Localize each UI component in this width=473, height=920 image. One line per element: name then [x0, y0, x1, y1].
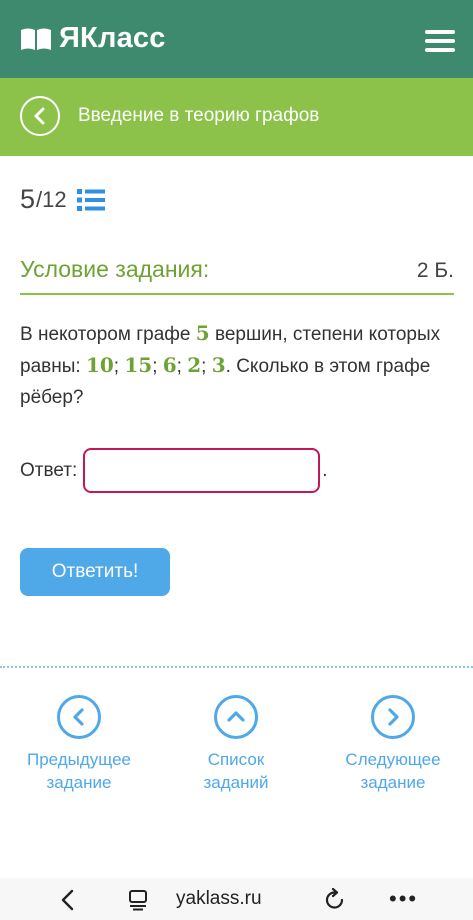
- task-counter: 5 / 12: [20, 184, 105, 215]
- degree-value: 6: [162, 353, 177, 377]
- degree-separator: ;: [201, 356, 212, 377]
- app-header: ЯКласс: [0, 0, 473, 78]
- vertex-count: 5: [195, 321, 210, 345]
- degree-separator: ;: [152, 356, 163, 377]
- logo-text: ЯКласс: [59, 22, 166, 54]
- previous-task-button[interactable]: Предыдущее задание: [14, 695, 144, 794]
- degree-value: 10: [85, 353, 114, 377]
- browser-url[interactable]: yaklass.ru: [176, 888, 262, 910]
- task-text-part: В некотором графе: [20, 324, 196, 345]
- current-task-number: 5: [20, 184, 36, 214]
- task-list-label: Список заданий: [203, 750, 269, 792]
- lesson-bar: Введение в теорию графов: [0, 78, 473, 156]
- lesson-title[interactable]: Введение в теорию графов: [78, 105, 319, 127]
- answer-input[interactable]: [83, 448, 321, 493]
- degree-value: 3: [211, 353, 226, 377]
- task-statement: В некотором графе 5 вершин, степени кото…: [20, 318, 460, 413]
- answer-label: Ответ:: [20, 459, 78, 481]
- chevron-up-circle-icon: [214, 695, 258, 739]
- more-options-icon[interactable]: •••: [389, 886, 418, 912]
- reload-icon[interactable]: [324, 887, 346, 911]
- next-task-button[interactable]: Следующее задание: [328, 695, 458, 794]
- chevron-right-circle-icon: [371, 695, 415, 739]
- condition-divider: [20, 293, 454, 295]
- list-icon[interactable]: [76, 188, 105, 212]
- previous-task-label: Предыдущее задание: [26, 750, 132, 792]
- dotted-divider: [0, 666, 473, 668]
- hamburger-menu-icon[interactable]: [425, 30, 455, 52]
- chevron-left-circle-icon: [57, 695, 101, 739]
- answer-trailing-dot: .: [322, 459, 328, 481]
- browser-toolbar: yaklass.ru •••: [0, 878, 473, 920]
- degree-value: 15: [124, 353, 153, 377]
- condition-header: Условие задания: 2 Б.: [20, 256, 454, 283]
- browser-back-icon[interactable]: [58, 888, 78, 912]
- degree-value: 2: [187, 353, 202, 377]
- book-icon: [21, 28, 51, 50]
- condition-title: Условие задания:: [20, 256, 210, 282]
- task-points: 2 Б.: [416, 259, 454, 282]
- submit-answer-button[interactable]: Ответить!: [20, 548, 170, 596]
- degree-separator: ;: [113, 356, 125, 377]
- task-list-button[interactable]: Список заданий: [171, 695, 301, 794]
- next-task-label: Следующее задание: [345, 750, 441, 792]
- browser-tabs-icon[interactable]: [128, 889, 148, 911]
- site-logo[interactable]: ЯКласс: [20, 22, 166, 55]
- total-task-count: 12: [42, 186, 67, 212]
- degree-separator: ;: [176, 356, 188, 377]
- chevron-left-icon: [34, 107, 45, 125]
- lesson-back-button[interactable]: [20, 96, 60, 136]
- answer-row: Ответ: .: [20, 448, 328, 493]
